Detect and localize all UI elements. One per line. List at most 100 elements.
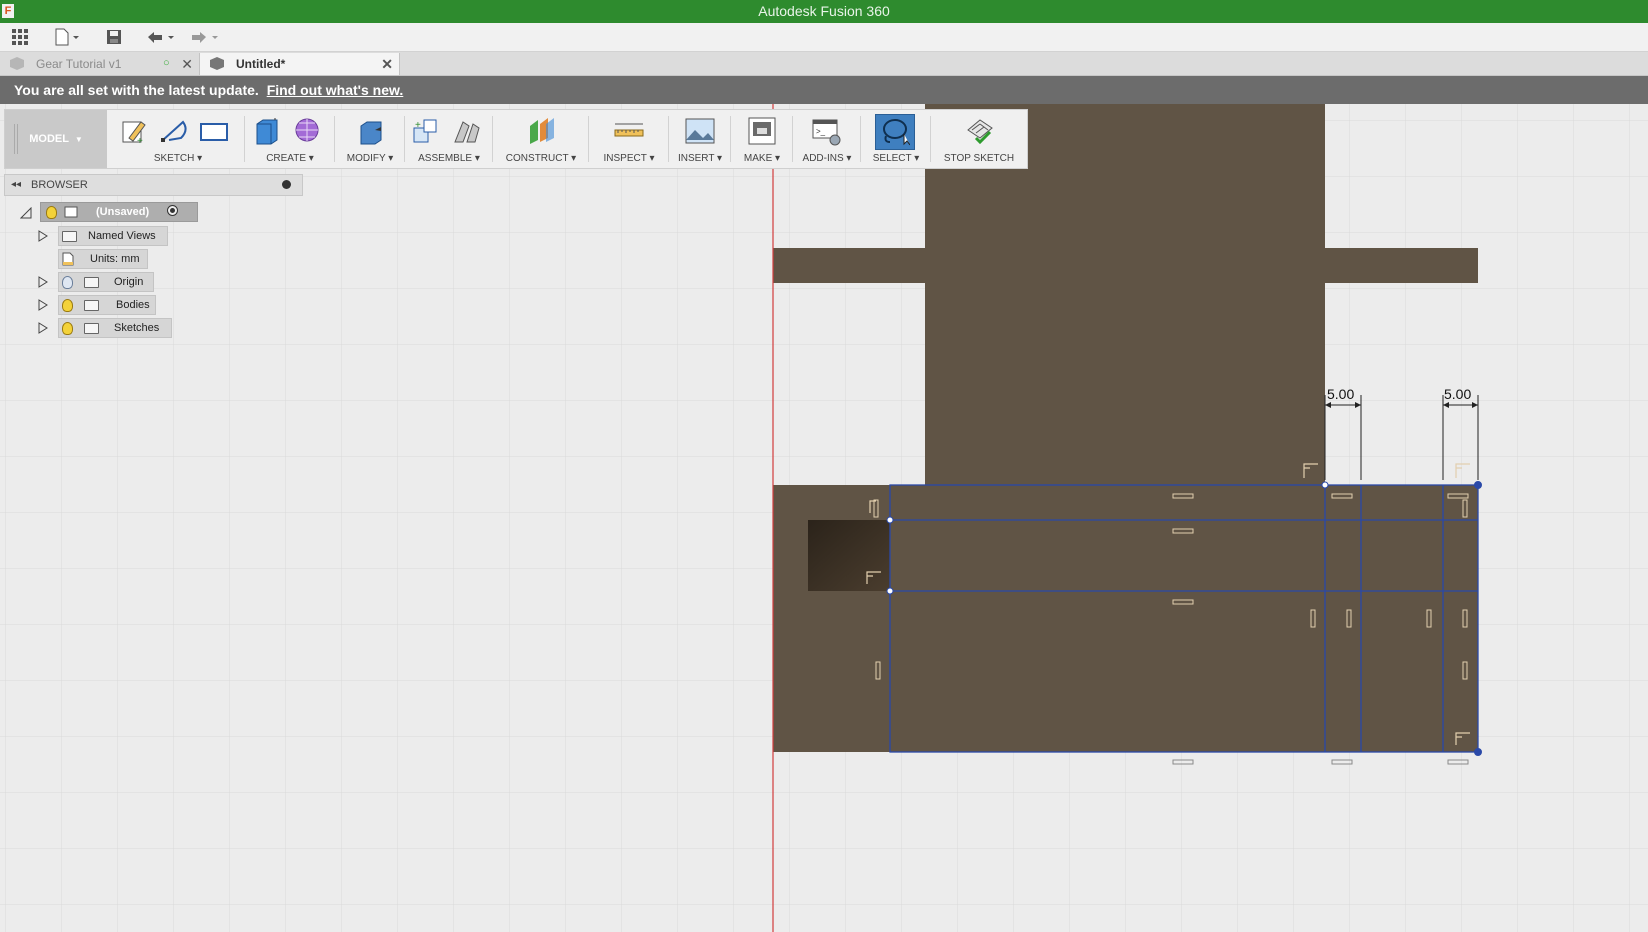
fusion-app-icon[interactable]: F	[2, 4, 14, 18]
insert-image-icon[interactable]	[685, 116, 715, 146]
expand-triangle-icon[interactable]	[38, 276, 48, 288]
viewport-graphics	[0, 104, 1648, 932]
quick-access-toolbar	[0, 23, 1648, 52]
tree-item-bodies[interactable]: Bodies	[34, 295, 156, 315]
modify-group[interactable]: MODIFY ▾	[335, 110, 405, 168]
dimension-value[interactable]: 5.00	[1444, 386, 1471, 402]
minimize-icon[interactable]	[282, 180, 291, 189]
tree-root-unsaved[interactable]: (Unsaved)	[18, 202, 198, 222]
tab-untitled[interactable]: Untitled* ✕	[200, 53, 400, 75]
expand-triangle-icon[interactable]	[38, 230, 48, 242]
document-settings-icon	[62, 252, 74, 266]
create-group[interactable]: CREATE ▾	[245, 110, 335, 168]
scripts-addins-icon[interactable]: >_	[811, 116, 841, 146]
visibility-bulb-icon[interactable]	[62, 322, 73, 335]
design-canvas[interactable]: 5.00 5.00	[0, 104, 1648, 932]
tree-item-label: Bodies	[116, 299, 150, 311]
file-menu-icon[interactable]	[52, 27, 82, 47]
construct-group[interactable]: CONSTRUCT ▾	[493, 110, 589, 168]
inspect-group-label: INSPECT ▾	[603, 153, 655, 164]
folder-icon	[84, 300, 99, 311]
make-group[interactable]: MAKE ▾	[731, 110, 793, 168]
new-component-icon[interactable]: +	[411, 116, 441, 146]
expanded-triangle-icon[interactable]	[20, 207, 32, 219]
workspace-switcher[interactable]: MODEL ▼	[5, 110, 107, 168]
close-tab-icon[interactable]: ✕	[181, 53, 193, 75]
window-title: Autodesk Fusion 360	[758, 3, 890, 19]
workspace-label: MODEL	[29, 133, 69, 145]
tree-item-named-views[interactable]: Named Views	[34, 226, 174, 246]
cube-icon	[210, 57, 224, 70]
collapse-panel-icon[interactable]: ◂◂	[11, 175, 21, 195]
3d-print-icon[interactable]	[747, 116, 777, 146]
expand-triangle-icon[interactable]	[38, 322, 48, 334]
tree-item-label: Named Views	[88, 230, 156, 242]
line-tool-icon[interactable]	[159, 116, 189, 146]
tree-item-label: Units: mm	[90, 253, 140, 265]
tab-label: Untitled*	[236, 57, 286, 71]
svg-text:+: +	[415, 120, 421, 131]
title-bar: F Autodesk Fusion 360	[0, 0, 1648, 23]
rectangle-tool-icon[interactable]	[199, 116, 229, 146]
offset-plane-icon[interactable]	[526, 116, 556, 146]
insert-group-label: INSERT ▾	[677, 153, 723, 164]
tree-item-label: Origin	[114, 276, 144, 288]
component-icon	[64, 206, 78, 218]
close-tab-icon[interactable]: ✕	[381, 53, 393, 75]
chevron-down-icon: ▼	[74, 135, 83, 144]
extrude-icon[interactable]	[251, 116, 281, 146]
press-pull-icon[interactable]	[355, 116, 385, 146]
apps-grid-icon[interactable]	[10, 27, 30, 47]
sketch-group[interactable]: + SKETCH ▾	[111, 110, 245, 168]
inspect-group[interactable]: INSPECT ▾	[589, 110, 669, 168]
dimension-value[interactable]: 5.00	[1327, 386, 1354, 402]
undo-icon[interactable]	[144, 27, 178, 47]
stop-sketch-group[interactable]: STOP SKETCH	[931, 110, 1027, 168]
redo-icon[interactable]	[188, 27, 222, 47]
measure-icon[interactable]	[614, 116, 644, 146]
save-icon[interactable]	[104, 27, 124, 47]
create-sketch-icon[interactable]: +	[119, 116, 149, 146]
cube-icon	[10, 57, 24, 70]
svg-text:+: +	[137, 136, 143, 146]
ribbon-toolbar: MODEL ▼ + SKETCH ▾ CREATE ▾ MODIFY ▾ + A…	[4, 109, 1028, 169]
modify-group-label: MODIFY ▾	[346, 153, 394, 164]
browser-title: BROWSER	[31, 179, 88, 191]
joint-icon[interactable]	[451, 116, 481, 146]
stop-sketch-icon[interactable]	[964, 116, 994, 146]
toolbar-grip-icon	[14, 124, 18, 154]
assemble-group[interactable]: + ASSEMBLE ▾	[405, 110, 493, 168]
visibility-bulb-icon[interactable]	[46, 206, 57, 219]
whats-new-link[interactable]: Find out what's new.	[267, 82, 404, 98]
assemble-group-label: ASSEMBLE ▾	[418, 153, 480, 164]
tree-item-sketches[interactable]: Sketches	[34, 318, 174, 338]
form-icon[interactable]	[293, 116, 323, 146]
insert-group[interactable]: INSERT ▾	[669, 110, 731, 168]
svg-text:>_: >_	[816, 127, 826, 136]
root-label: (Unsaved)	[96, 206, 150, 218]
tab-gear-tutorial[interactable]: Gear Tutorial v1 ○ ✕	[0, 53, 200, 75]
add-ins-group-label: ADD-INS ▾	[802, 153, 852, 164]
update-notification-bar: You are all set with the latest update. …	[0, 76, 1648, 104]
pocket-recess[interactable]	[808, 520, 890, 591]
create-group-label: CREATE ▾	[266, 153, 314, 164]
document-tab-strip: Gear Tutorial v1 ○ ✕ Untitled* ✕	[0, 52, 1648, 76]
construct-group-label: CONSTRUCT ▾	[505, 153, 577, 164]
folder-icon	[84, 277, 99, 288]
stop-sketch-label: STOP SKETCH	[943, 153, 1015, 164]
notification-message: You are all set with the latest update.	[14, 82, 259, 98]
select-group[interactable]: SELECT ▾	[861, 110, 931, 168]
sync-status-icon: ○	[163, 57, 170, 69]
add-ins-group[interactable]: >_ ADD-INS ▾	[793, 110, 861, 168]
visibility-bulb-icon[interactable]	[62, 299, 73, 312]
expand-triangle-icon[interactable]	[38, 299, 48, 311]
folder-icon	[84, 323, 99, 334]
visibility-bulb-off-icon[interactable]	[62, 276, 73, 289]
tree-item-origin[interactable]: Origin	[34, 272, 154, 292]
sketch-group-label: SKETCH ▾	[153, 153, 203, 164]
tree-item-units[interactable]: Units: mm	[58, 249, 148, 269]
tree-item-label: Sketches	[114, 322, 160, 334]
select-lasso-icon[interactable]	[880, 116, 910, 146]
browser-panel-header[interactable]: ◂◂ BROWSER	[4, 174, 303, 196]
activate-radio-icon[interactable]	[167, 205, 178, 216]
